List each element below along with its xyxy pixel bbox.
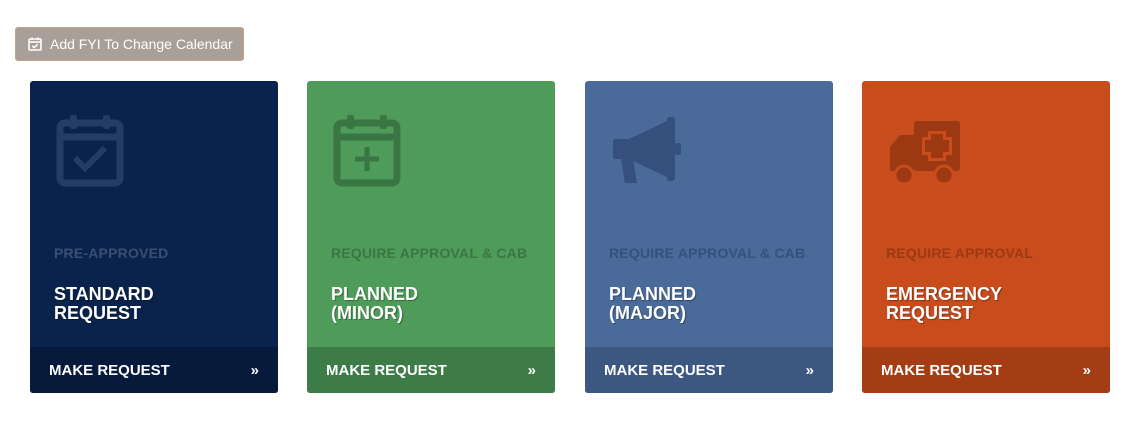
make-request-button[interactable]: MAKE REQUEST » xyxy=(862,347,1110,393)
card-title: PLANNED (MINOR) xyxy=(331,284,419,323)
make-request-label: MAKE REQUEST xyxy=(604,361,725,379)
make-request-button[interactable]: MAKE REQUEST » xyxy=(307,347,555,393)
double-chevron-right-icon: » xyxy=(1082,361,1091,379)
card-category: PRE-APPROVED xyxy=(54,245,169,261)
double-chevron-right-icon: » xyxy=(805,361,814,379)
card-title: STANDARD REQUEST xyxy=(54,284,154,323)
card-title: PLANNED (MAJOR) xyxy=(609,284,697,323)
megaphone-icon xyxy=(609,113,705,193)
make-request-button[interactable]: MAKE REQUEST » xyxy=(30,347,278,393)
calendar-plus-icon xyxy=(331,113,427,193)
calendar-check-icon xyxy=(27,36,43,52)
card-title: EMERGENCY REQUEST xyxy=(886,284,1003,323)
card-planned-minor[interactable]: REQUIRE APPROVAL & CAB PLANNED (MINOR) M… xyxy=(307,81,555,393)
make-request-label: MAKE REQUEST xyxy=(326,361,447,379)
card-standard-request[interactable]: PRE-APPROVED STANDARD REQUEST MAKE REQUE… xyxy=(30,81,278,393)
card-planned-major[interactable]: REQUIRE APPROVAL & CAB PLANNED (MAJOR) M… xyxy=(585,81,833,393)
add-fyi-label: Add FYI To Change Calendar xyxy=(50,36,233,52)
card-category: REQUIRE APPROVAL & CAB xyxy=(609,245,806,261)
card-emergency-request[interactable]: REQUIRE APPROVAL EMERGENCY REQUEST MAKE … xyxy=(862,81,1110,393)
double-chevron-right-icon: » xyxy=(527,361,536,379)
calendar-check-icon xyxy=(54,113,150,193)
ambulance-icon xyxy=(886,113,982,193)
make-request-label: MAKE REQUEST xyxy=(881,361,1002,379)
double-chevron-right-icon: » xyxy=(250,361,259,379)
make-request-label: MAKE REQUEST xyxy=(49,361,170,379)
card-category: REQUIRE APPROVAL & CAB xyxy=(331,245,528,261)
card-category: REQUIRE APPROVAL xyxy=(886,245,1034,261)
add-fyi-button[interactable]: Add FYI To Change Calendar xyxy=(15,27,244,61)
make-request-button[interactable]: MAKE REQUEST » xyxy=(585,347,833,393)
